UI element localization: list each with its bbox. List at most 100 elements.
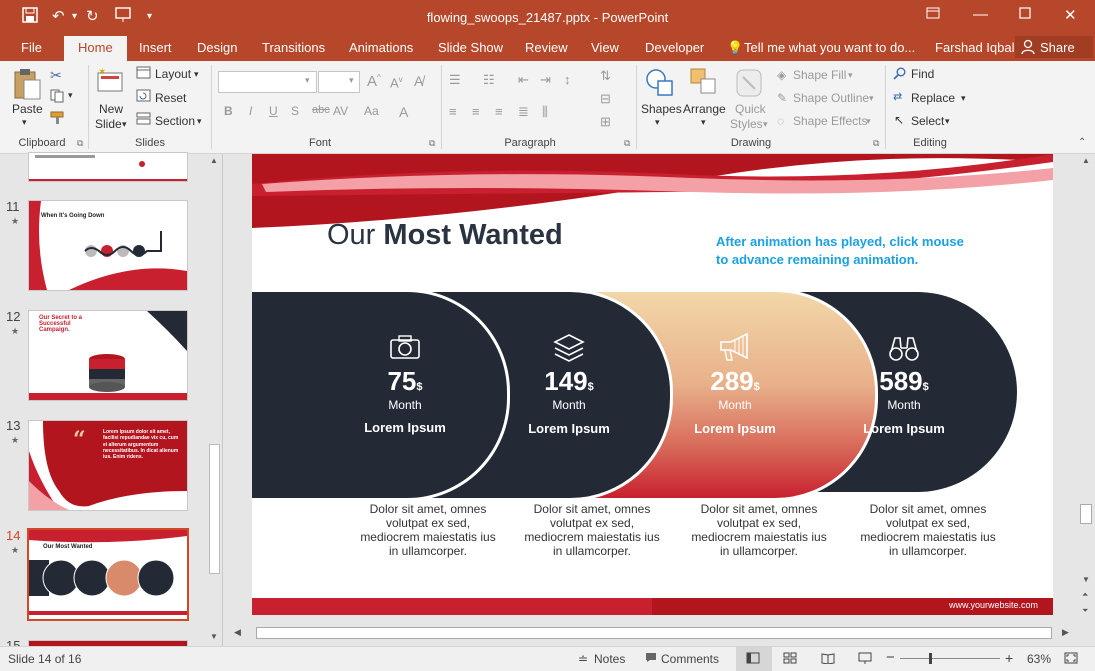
animation-note[interactable]: After animation has played, click mouse … bbox=[716, 233, 996, 269]
comments-icon[interactable] bbox=[645, 652, 657, 666]
quick-styles-icon[interactable] bbox=[734, 67, 764, 102]
tab-slide-show[interactable]: Slide Show bbox=[438, 40, 503, 55]
zoom-out-icon[interactable]: − bbox=[886, 649, 895, 666]
zoom-slider-track[interactable] bbox=[900, 658, 1000, 659]
align-text-icon[interactable]: ⊟ bbox=[600, 91, 611, 107]
shapes-dropdown-icon[interactable]: ▾ bbox=[655, 117, 660, 128]
reading-view-icon[interactable] bbox=[821, 652, 835, 667]
shape-effects-icon[interactable]: ◌ bbox=[777, 114, 784, 128]
notes-button[interactable]: Notes bbox=[594, 652, 625, 666]
thumbnail-slide-12[interactable]: Our Secret to a Successful Campaign. bbox=[28, 310, 188, 401]
paste-button[interactable]: Paste bbox=[12, 102, 43, 116]
previous-slide-icon[interactable]: ⏶ bbox=[1082, 590, 1088, 600]
shapes-icon[interactable] bbox=[644, 67, 676, 102]
quick-styles-label-1[interactable]: Quick bbox=[735, 102, 766, 116]
select-button[interactable]: Select bbox=[911, 114, 944, 128]
tab-review[interactable]: Review bbox=[525, 40, 568, 55]
slide-sorter-icon[interactable] bbox=[783, 652, 797, 667]
font-name-field[interactable] bbox=[218, 71, 317, 93]
increase-font-icon[interactable]: A^ bbox=[367, 73, 381, 90]
zoom-in-icon[interactable]: + bbox=[1005, 650, 1013, 666]
layout-dropdown-icon[interactable]: ▾ bbox=[194, 69, 199, 80]
select-icon[interactable]: ↖ bbox=[894, 113, 904, 127]
section-dropdown-icon[interactable]: ▾ bbox=[197, 116, 202, 127]
font-size-dropdown-icon[interactable]: ▾ bbox=[349, 75, 354, 86]
shadow-button[interactable]: S bbox=[291, 104, 299, 118]
thumbnail-slide-13[interactable]: “ Lorem ipsum dolor sit amet, facilisi r… bbox=[28, 420, 188, 511]
website-url[interactable]: www.yourwebsite.com bbox=[949, 600, 1038, 610]
char-spacing-button[interactable]: AV bbox=[333, 104, 348, 118]
replace-dropdown-icon[interactable]: ▾ bbox=[961, 93, 966, 104]
smartart-icon[interactable]: ⊞ bbox=[600, 114, 611, 130]
bold-button[interactable]: B bbox=[224, 104, 233, 118]
tab-insert[interactable]: Insert bbox=[139, 40, 172, 55]
normal-view-icon[interactable] bbox=[746, 652, 760, 667]
section-icon[interactable] bbox=[136, 112, 151, 128]
bullets-icon[interactable]: ☰ bbox=[449, 72, 461, 88]
decrease-font-icon[interactable]: Av bbox=[390, 75, 403, 90]
new-slide-icon[interactable]: ✶ bbox=[96, 67, 126, 100]
stat-description-2[interactable]: Dolor sit amet, omnes volutpat ex sed, med… bbox=[517, 502, 667, 558]
italic-button[interactable]: I bbox=[249, 104, 252, 118]
shape-outline-dropdown-icon[interactable]: ▾ bbox=[869, 93, 874, 104]
tab-transitions[interactable]: Transitions bbox=[262, 40, 325, 55]
thumbnail-slide-14[interactable]: Our Most Wanted bbox=[27, 528, 189, 621]
tab-animations[interactable]: Animations bbox=[349, 40, 413, 55]
align-right-icon[interactable]: ≡ bbox=[495, 104, 503, 119]
copy-icon[interactable] bbox=[50, 89, 66, 106]
tab-developer[interactable]: Developer bbox=[645, 40, 704, 55]
stat-description-3[interactable]: Dolor sit amet, omnes volutpat ex sed, med… bbox=[684, 502, 834, 558]
scrollbar-thumb[interactable] bbox=[256, 627, 1052, 639]
format-painter-icon[interactable] bbox=[50, 111, 66, 128]
shape-fill-button[interactable]: Shape Fill bbox=[793, 68, 846, 82]
quick-styles-dropdown-icon[interactable]: ▾ bbox=[763, 119, 768, 130]
new-slide-label-1[interactable]: New bbox=[99, 102, 123, 116]
next-slide-icon[interactable]: ⏷ bbox=[1082, 606, 1088, 616]
notes-icon[interactable]: ≐ bbox=[578, 652, 588, 666]
change-case-button[interactable]: Aa bbox=[364, 104, 379, 118]
quick-styles-label-2[interactable]: Styles bbox=[730, 117, 763, 131]
numbering-icon[interactable]: ☷ bbox=[483, 72, 495, 88]
scrollbar-thumb[interactable] bbox=[209, 444, 220, 574]
minimize-icon[interactable]: — bbox=[973, 6, 988, 23]
stat-description-4[interactable]: Dolor sit amet, omnes volutpat ex sed, med… bbox=[853, 502, 1003, 558]
font-color-icon[interactable]: A bbox=[399, 104, 408, 120]
ribbon-display-options-icon[interactable] bbox=[926, 6, 940, 24]
paste-dropdown-icon[interactable]: ▾ bbox=[22, 117, 27, 128]
thumbnail-slide-11[interactable]: When It's Going Down bbox=[28, 200, 188, 291]
tab-design[interactable]: Design bbox=[197, 40, 237, 55]
replace-icon[interactable]: ⇄ bbox=[893, 90, 902, 103]
new-slide-dropdown-icon[interactable]: ▾ bbox=[122, 119, 127, 130]
new-slide-label-2[interactable]: Slide bbox=[95, 117, 122, 131]
select-dropdown-icon[interactable]: ▾ bbox=[945, 116, 950, 127]
arrange-dropdown-icon[interactable]: ▾ bbox=[701, 117, 706, 128]
scroll-up-icon[interactable]: ▲ bbox=[210, 156, 218, 165]
collapse-ribbon-icon[interactable]: ⌃ bbox=[1078, 137, 1086, 148]
columns-icon[interactable]: ⫼ bbox=[542, 104, 548, 120]
layout-icon[interactable] bbox=[136, 66, 151, 82]
clipboard-launcher-icon[interactable]: ⧉ bbox=[77, 138, 83, 149]
shape-fill-icon[interactable]: ◈ bbox=[777, 68, 786, 82]
paragraph-launcher-icon[interactable]: ⧉ bbox=[624, 138, 630, 149]
maximize-icon[interactable] bbox=[1019, 6, 1031, 23]
strikethrough-button[interactable]: abc bbox=[312, 104, 330, 116]
tab-home[interactable]: Home bbox=[64, 36, 127, 61]
tab-view[interactable]: View bbox=[591, 40, 619, 55]
clear-formatting-icon[interactable]: A̸ bbox=[414, 73, 423, 89]
scroll-down-icon[interactable]: ▼ bbox=[210, 632, 218, 641]
justify-icon[interactable]: ≣ bbox=[518, 104, 529, 120]
slide-canvas[interactable]: Our Most Wanted After animation has play… bbox=[252, 154, 1053, 615]
shape-effects-dropdown-icon[interactable]: ▾ bbox=[866, 116, 871, 127]
text-direction-icon[interactable]: ⇅ bbox=[600, 68, 611, 84]
font-launcher-icon[interactable]: ⧉ bbox=[429, 138, 435, 149]
reset-button[interactable]: Reset bbox=[155, 91, 186, 105]
align-center-icon[interactable]: ≡ bbox=[472, 104, 480, 119]
find-icon[interactable] bbox=[893, 67, 906, 83]
scrollbar-thumb[interactable] bbox=[1080, 504, 1092, 524]
thumbnail-scrollbar[interactable]: ▲ ▼ bbox=[207, 154, 221, 646]
thumbnail-slide-10[interactable] bbox=[28, 152, 188, 182]
tab-file[interactable]: File bbox=[21, 40, 42, 55]
zoom-slider-thumb[interactable] bbox=[929, 653, 932, 664]
section-button[interactable]: Section bbox=[155, 114, 195, 128]
replace-button[interactable]: Replace bbox=[911, 91, 955, 105]
